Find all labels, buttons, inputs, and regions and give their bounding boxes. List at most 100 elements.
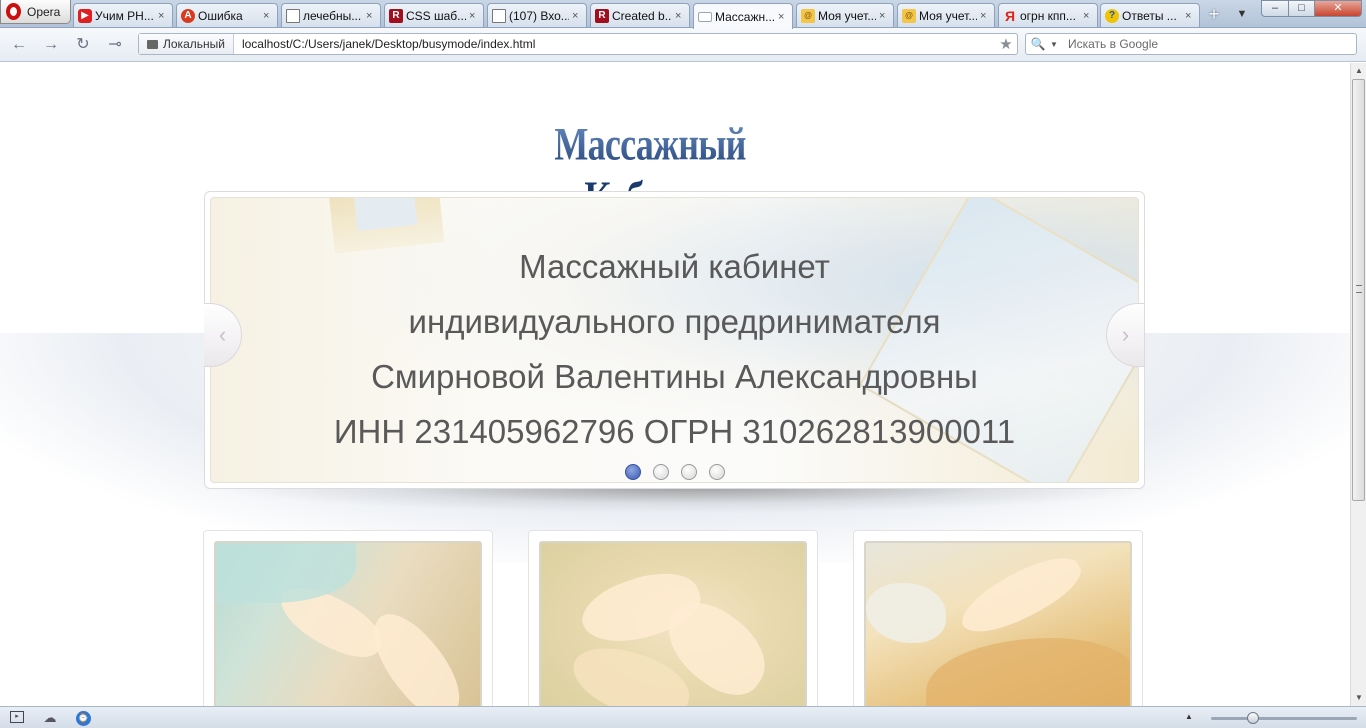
vertical-scrollbar[interactable]: ▲ ▼ bbox=[1350, 63, 1366, 706]
maximize-button[interactable]: □ bbox=[1288, 0, 1315, 17]
close-tab-icon[interactable]: × bbox=[263, 10, 273, 22]
tab-label: Created b... bbox=[612, 8, 672, 23]
tab-label: Массажн... bbox=[715, 9, 775, 24]
zoom-slider-knob[interactable] bbox=[1247, 712, 1259, 724]
error-icon: A bbox=[181, 8, 195, 23]
slider-dot-active[interactable] bbox=[624, 464, 641, 480]
close-tab-icon[interactable]: × bbox=[469, 10, 479, 22]
answers-icon: ? bbox=[1105, 8, 1119, 23]
yandex-icon: Я bbox=[1004, 7, 1016, 24]
scroll-down-icon[interactable]: ▼ bbox=[1351, 690, 1366, 706]
slider-dot[interactable] bbox=[652, 464, 669, 480]
close-tab-icon[interactable]: × bbox=[366, 10, 376, 22]
scroll-up-icon[interactable]: ▲ bbox=[1351, 63, 1366, 79]
opera-logo-icon bbox=[6, 3, 21, 20]
close-tab-icon[interactable]: × bbox=[980, 10, 990, 22]
scrollbar-thumb[interactable] bbox=[1352, 79, 1365, 501]
mail-icon: @ bbox=[801, 8, 815, 23]
tab-label: лечебны... bbox=[303, 8, 362, 23]
slide: Массажный кабинет индивидуального предри… bbox=[210, 197, 1139, 483]
close-tab-icon[interactable]: × bbox=[879, 10, 889, 22]
page-icon bbox=[698, 11, 712, 22]
tab[interactable]: лечебны... × bbox=[281, 3, 381, 27]
close-tab-icon[interactable]: × bbox=[778, 11, 788, 23]
status-bar: ▸ ☁ ⌚ ▲ bbox=[0, 706, 1366, 728]
local-badge[interactable]: Локальный bbox=[139, 34, 234, 54]
r-icon: R bbox=[389, 8, 403, 23]
turbo-icon[interactable]: ⌚ bbox=[76, 711, 91, 726]
tab-label: Моя учет... bbox=[818, 8, 876, 23]
tab-label: Ошибка bbox=[198, 8, 243, 23]
key-icon[interactable]: ⊸ bbox=[104, 34, 126, 56]
close-tab-icon[interactable]: × bbox=[1083, 10, 1093, 22]
new-tab-button[interactable]: + bbox=[1203, 4, 1225, 24]
service-card[interactable] bbox=[528, 530, 818, 706]
service-card[interactable] bbox=[853, 530, 1143, 706]
tab[interactable]: A Ошибка × bbox=[176, 3, 278, 27]
hero-slider: Массажный кабинет индивидуального предри… bbox=[204, 191, 1145, 489]
close-tab-icon[interactable]: × bbox=[1185, 10, 1195, 22]
opera-menu-label: Opera bbox=[27, 4, 61, 19]
tab[interactable]: (107) Вхо... × bbox=[487, 3, 587, 27]
bookmark-star-icon[interactable]: ★ bbox=[995, 35, 1017, 53]
search-input[interactable]: Искать в Google bbox=[1064, 37, 1158, 51]
close-tab-icon[interactable]: × bbox=[158, 10, 168, 22]
slider-shadow bbox=[215, 487, 1165, 513]
service-card[interactable] bbox=[203, 530, 493, 706]
url-input[interactable]: localhost/C:/Users/janek/Desktop/busymod… bbox=[234, 37, 995, 51]
close-tab-icon[interactable]: × bbox=[675, 10, 685, 22]
search-engine-dropdown-icon[interactable]: ▼ bbox=[1050, 40, 1064, 49]
minimize-button[interactable]: – bbox=[1261, 0, 1289, 17]
tab-menu-button[interactable]: ▼ bbox=[1232, 4, 1252, 24]
back-button[interactable]: ← bbox=[8, 34, 30, 56]
slide-heading: Массажный кабинет bbox=[519, 248, 830, 285]
tab-label: Учим PH... bbox=[95, 8, 154, 23]
tab[interactable]: R Created b... × bbox=[590, 3, 690, 27]
massage-shoulder-photo bbox=[864, 541, 1132, 706]
tab[interactable]: Я огрн кпп... × bbox=[998, 3, 1098, 27]
tab-active[interactable]: Массажн... × bbox=[693, 3, 793, 29]
tab-label: Ответы ... bbox=[1122, 8, 1177, 23]
document-icon bbox=[492, 8, 506, 23]
tab-label: (107) Вхо... bbox=[509, 8, 569, 23]
forward-button[interactable]: → bbox=[40, 34, 62, 56]
zoom-menu-icon[interactable]: ▲ bbox=[1185, 712, 1193, 721]
mail-icon: @ bbox=[902, 8, 916, 23]
slide-decoration bbox=[327, 198, 445, 254]
slide-subheading: индивидуального предринимателя bbox=[408, 303, 941, 340]
slide-owner-name: Смирновой Валентины Александровны bbox=[371, 358, 978, 395]
tab[interactable]: @ Моя учет... × bbox=[897, 3, 995, 27]
close-tab-icon[interactable]: × bbox=[572, 10, 582, 22]
zoom-slider[interactable] bbox=[1211, 717, 1357, 720]
reload-button[interactable]: ↻ bbox=[72, 34, 94, 56]
address-bar[interactable]: Локальный localhost/C:/Users/janek/Deskt… bbox=[138, 33, 1018, 55]
navigation-bar: ← → ↻ ⊸ Локальный localhost/C:/Users/jan… bbox=[0, 28, 1366, 62]
tab-label: огрн кпп... bbox=[1020, 8, 1076, 23]
document-icon bbox=[286, 8, 300, 23]
opera-menu-button[interactable]: Opera bbox=[0, 0, 71, 24]
massage-neck-photo bbox=[539, 541, 807, 706]
tab-strip: Opera ▶ Учим PH... × A Ошибка × лечебны.… bbox=[0, 0, 1366, 29]
slide-registration-numbers: ИНН 231405962796 ОГРН 310262813900011 bbox=[333, 413, 1016, 450]
tab[interactable]: R CSS шаб... × bbox=[384, 3, 484, 27]
tab-label: Моя учет... bbox=[919, 8, 977, 23]
cloud-icon[interactable]: ☁ bbox=[42, 711, 58, 725]
scrollbar-grip-icon bbox=[1356, 285, 1362, 293]
youtube-icon: ▶ bbox=[78, 8, 92, 23]
tab[interactable]: ? Ответы ... × bbox=[1100, 3, 1200, 27]
page-viewport: Массажный Кабинет Массажный кабинет инди… bbox=[0, 63, 1350, 706]
search-field[interactable]: 🔍 ▼ Искать в Google bbox=[1025, 33, 1357, 55]
massage-back-photo bbox=[214, 541, 482, 706]
close-window-button[interactable]: ✕ bbox=[1314, 0, 1362, 17]
tab[interactable]: ▶ Учим PH... × bbox=[73, 3, 173, 27]
slider-dot[interactable] bbox=[708, 464, 725, 480]
local-badge-label: Локальный bbox=[163, 37, 225, 51]
r-icon: R bbox=[595, 8, 609, 23]
search-icon: 🔍 bbox=[1030, 37, 1046, 51]
tab-label: CSS шаб... bbox=[406, 8, 466, 23]
panel-toggle-icon[interactable]: ▸ bbox=[10, 711, 24, 723]
slider-dot[interactable] bbox=[680, 464, 697, 480]
tab[interactable]: @ Моя учет... × bbox=[796, 3, 894, 27]
slider-pagination bbox=[211, 464, 1138, 480]
monitor-icon bbox=[147, 39, 158, 49]
